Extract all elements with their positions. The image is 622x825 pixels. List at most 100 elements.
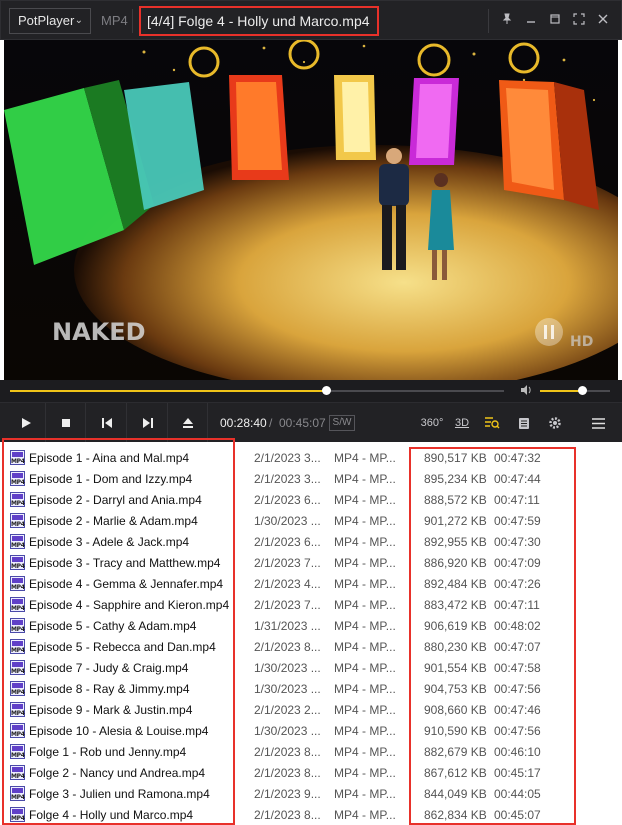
file-duration: 00:47:56 (494, 724, 541, 738)
file-date: 1/30/2023 ... (254, 514, 321, 528)
playlist-search-button[interactable] (480, 403, 504, 443)
video-file-icon: MP4 (10, 534, 25, 549)
file-duration: 00:47:26 (494, 577, 541, 591)
3d-button[interactable]: 3D (450, 403, 474, 443)
skip-back-icon (101, 418, 112, 428)
video-file-icon: MP4 (10, 555, 25, 570)
file-size: 882,679 KB (424, 745, 487, 759)
playlist-row[interactable]: MP4 Folge 4 - Holly und Marco.mp4 2/1/2023… (0, 804, 622, 825)
playlist-row[interactable]: MP4 Episode 2 - Marlie & Adam.mp4 1/30/202… (0, 510, 622, 531)
file-duration: 00:47:59 (494, 514, 541, 528)
playlist-row[interactable]: MP4 Folge 3 - Julien und Ramona.mp4 2/1/20… (0, 783, 622, 804)
file-type: MP4 - MP... (334, 598, 396, 612)
file-duration: 00:47:56 (494, 682, 541, 696)
volume-slider[interactable] (540, 386, 610, 395)
file-name: Episode 9 - Mark & Justin.mp4 (29, 703, 193, 717)
volume-icon[interactable] (520, 384, 532, 399)
video-file-icon: MP4 (10, 450, 25, 465)
format-badge: MP4 (101, 13, 128, 28)
file-duration: 00:44:05 (494, 787, 541, 801)
file-type: MP4 - MP... (334, 577, 396, 591)
stop-button[interactable] (46, 403, 86, 443)
file-name: Episode 7 - Judy & Craig.mp4 (29, 661, 189, 675)
previous-button[interactable] (87, 403, 127, 443)
video-file-icon: MP4 (10, 765, 25, 780)
file-name: Episode 10 - Alesia & Louise.mp4 (29, 724, 209, 738)
file-size: 908,660 KB (424, 703, 487, 717)
file-type: MP4 - MP... (334, 703, 396, 717)
file-name: Folge 2 - Nancy und Andrea.mp4 (29, 766, 206, 780)
file-size: 892,955 KB (424, 535, 487, 549)
playlist-row[interactable]: MP4 Episode 7 - Judy & Craig.mp4 1/30/2023… (0, 657, 622, 678)
file-date: 2/1/2023 6... (254, 493, 321, 507)
file-type: MP4 - MP... (334, 787, 396, 801)
file-duration: 00:46:10 (494, 745, 541, 759)
potplayer-window: PotPlayer ⌄ MP4 [4/4] Folge 4 - Holly un… (0, 0, 622, 825)
maximize-icon[interactable] (543, 9, 567, 33)
file-date: 2/1/2023 3... (254, 472, 321, 486)
video-area[interactable]: NAKED HD (4, 40, 618, 380)
file-size: 890,517 KB (424, 451, 487, 465)
settings-button[interactable] (543, 403, 567, 443)
file-size: 904,753 KB (424, 682, 487, 696)
vr-360-button[interactable]: 360° (420, 403, 444, 443)
menu-button[interactable] (586, 403, 610, 443)
chevron-down-icon: ⌄ (74, 15, 83, 26)
video-file-icon: MP4 (10, 807, 25, 822)
playlist-row[interactable]: MP4 Folge 1 - Rob und Jenny.mp4 2/1/2023 8… (0, 741, 622, 762)
eject-icon (182, 418, 193, 428)
file-name: Episode 2 - Darryl and Ania.mp4 (29, 493, 202, 507)
file-name: Episode 4 - Gemma & Jennafer.mp4 (29, 577, 224, 591)
seek-handle[interactable] (322, 386, 332, 395)
playlist-row[interactable]: MP4 Episode 3 - Adele & Jack.mp4 2/1/2023 … (0, 531, 622, 552)
file-duration: 00:47:44 (494, 472, 541, 486)
playlist-row[interactable]: MP4 Episode 5 - Rebecca and Dan.mp4 2/1/20… (0, 636, 622, 657)
video-file-icon: MP4 (10, 660, 25, 675)
file-type: MP4 - MP... (334, 766, 396, 780)
file-date: 2/1/2023 4... (254, 577, 321, 591)
playlist-row[interactable]: MP4 Episode 4 - Sapphire and Kieron.mp4 2/… (0, 594, 622, 615)
playlist-row[interactable]: MP4 Episode 2 - Darryl and Ania.mp4 2/1/20… (0, 489, 622, 510)
file-size: 895,234 KB (424, 472, 487, 486)
seek-slider[interactable] (10, 386, 504, 395)
minimize-icon[interactable] (519, 9, 543, 33)
close-icon[interactable] (591, 9, 615, 33)
control-bar: 00:28:40 / 00:45:07 S/W 360° 3D (0, 402, 622, 443)
playlist-row[interactable]: MP4 Episode 1 - Dom and Izzy.mp4 2/1/2023 … (0, 468, 622, 489)
file-type: MP4 - MP... (334, 535, 396, 549)
open-file-button[interactable] (168, 403, 208, 443)
main-menu-button[interactable]: PotPlayer ⌄ (9, 8, 91, 34)
playlist-row[interactable]: MP4 Folge 2 - Nancy und Andrea.mp4 2/1/202… (0, 762, 622, 783)
document-icon (519, 417, 529, 429)
fullscreen-icon[interactable] (567, 9, 591, 33)
playlist-row[interactable]: MP4 Episode 1 - Aina and Mal.mp4 2/1/2023 … (0, 447, 622, 468)
play-button[interactable] (6, 403, 46, 443)
video-file-icon: MP4 (10, 723, 25, 738)
gear-icon (549, 417, 561, 429)
next-button[interactable] (128, 403, 168, 443)
video-file-icon: MP4 (10, 618, 25, 633)
file-name: Episode 4 - Sapphire and Kieron.mp4 (29, 598, 230, 612)
playlist-row[interactable]: MP4 Episode 5 - Cathy & Adam.mp4 1/31/2023… (0, 615, 622, 636)
file-name: Episode 1 - Dom and Izzy.mp4 (29, 472, 193, 486)
file-size: 886,920 KB (424, 556, 487, 570)
volume-handle[interactable] (578, 386, 587, 395)
playlist-row[interactable]: MP4 Episode 10 - Alesia & Louise.mp4 1/30/… (0, 720, 622, 741)
subtitle-button[interactable] (512, 403, 536, 443)
playlist-row[interactable]: MP4 Episode 4 - Gemma & Jennafer.mp4 2/1/2… (0, 573, 622, 594)
playlist-row[interactable]: MP4 Episode 3 - Tracy and Matthew.mp4 2/1/… (0, 552, 622, 573)
sw-toggle[interactable]: S/W (329, 415, 355, 431)
playlist-row[interactable]: MP4 Episode 8 - Ray & Jimmy.mp4 1/30/2023 … (0, 678, 622, 699)
file-name: Folge 3 - Julien und Ramona.mp4 (29, 787, 210, 801)
file-duration: 00:47:32 (494, 451, 541, 465)
pin-icon[interactable] (495, 9, 519, 33)
playlist-row[interactable]: MP4 Episode 9 - Mark & Justin.mp4 2/1/2023… (0, 699, 622, 720)
divider (488, 9, 489, 33)
file-type: MP4 - MP... (334, 472, 396, 486)
file-name: Episode 2 - Marlie & Adam.mp4 (29, 514, 198, 528)
file-type: MP4 - MP... (334, 745, 396, 759)
seek-bar-area (0, 380, 622, 402)
file-type: MP4 - MP... (334, 640, 396, 654)
video-file-icon: MP4 (10, 681, 25, 696)
brand-label: PotPlayer (18, 13, 75, 28)
